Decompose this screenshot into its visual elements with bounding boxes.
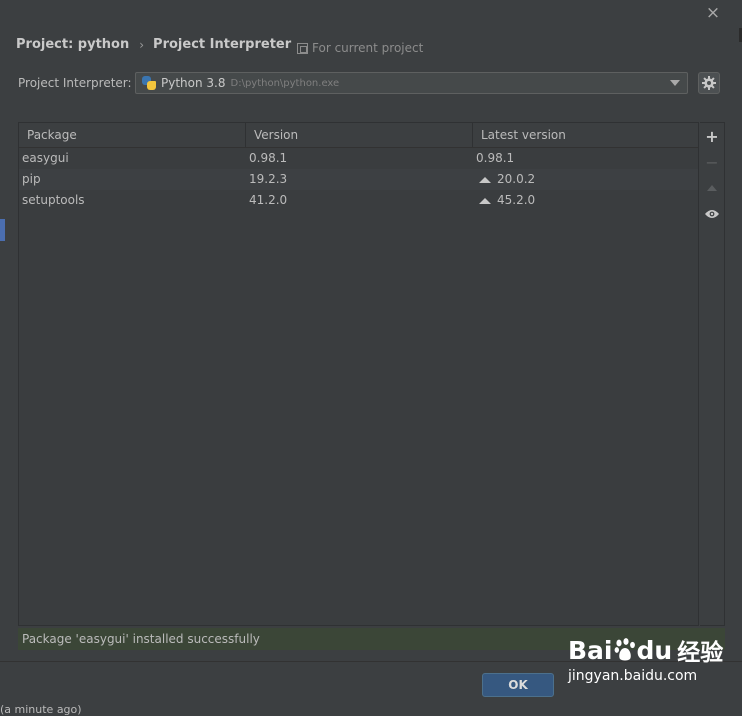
table-body: easygui 0.98.1 0.98.1 pip 19.2.3 20.0.2 … (19, 148, 698, 211)
table-row[interactable]: easygui 0.98.1 0.98.1 (19, 148, 698, 169)
packages-table: Package Version Latest version easygui 0… (18, 122, 699, 626)
table-toolbar: + − (700, 122, 725, 626)
gear-icon (702, 76, 716, 90)
package-name: setuptools (22, 193, 85, 207)
package-name: pip (22, 172, 41, 186)
paw-icon (614, 638, 635, 661)
python-icon (142, 76, 156, 90)
table-row[interactable]: pip 19.2.3 20.0.2 (19, 169, 698, 190)
interpreter-label: Project Interpreter: (18, 76, 132, 90)
event-log-time: (a minute ago) (0, 703, 82, 716)
watermark-logo: Bai du 经验 (568, 635, 724, 667)
breadcrumb: Project: python › Project Interpreter (16, 37, 291, 52)
scope-label: For current project (312, 41, 424, 55)
column-header-package[interactable]: Package (19, 123, 246, 147)
upgrade-arrow-icon (479, 176, 491, 183)
settings-tree-selection (0, 219, 5, 241)
latest-version-value: 20.0.2 (497, 172, 536, 186)
column-header-latest[interactable]: Latest version (473, 123, 698, 147)
interpreter-name: Python 3.8 (161, 76, 226, 90)
watermark-url: jingyan.baidu.com (568, 668, 698, 684)
package-latest: 45.2.0 (473, 190, 698, 211)
package-version: 0.98.1 (249, 151, 288, 165)
plus-icon[interactable]: + (700, 125, 724, 147)
column-header-version[interactable]: Version (246, 123, 473, 147)
latest-version-value: 45.2.0 (497, 193, 536, 207)
scope-note: For current project (297, 41, 423, 55)
package-latest: 0.98.1 (473, 148, 698, 169)
eye-icon[interactable] (700, 203, 724, 225)
package-version: 19.2.3 (249, 172, 288, 186)
package-version: 41.2.0 (249, 193, 288, 207)
breadcrumb-project[interactable]: Project: python (16, 37, 129, 52)
breadcrumb-separator: › (139, 37, 145, 52)
close-icon[interactable]: × (704, 4, 722, 22)
copy-icon (297, 42, 308, 54)
breadcrumb-page: Project Interpreter (153, 37, 292, 52)
interpreter-path: D:\python\python.exe (230, 77, 340, 89)
ok-button[interactable]: OK (482, 673, 554, 697)
watermark: Bai du 经验 jingyan.baidu.com (568, 633, 740, 703)
interpreter-select[interactable]: Python 3.8 D:\python\python.exe (135, 72, 688, 94)
upgrade-arrow-icon (479, 197, 491, 204)
package-name: easygui (22, 151, 69, 165)
dialog-titlebar: × (0, 0, 742, 30)
table-row[interactable]: setuptools 41.2.0 45.2.0 (19, 190, 698, 211)
chevron-down-icon[interactable] (670, 80, 680, 86)
minus-icon[interactable]: − (700, 151, 724, 173)
latest-version-value: 0.98.1 (476, 151, 515, 165)
upgrade-icon[interactable] (700, 177, 724, 199)
interpreter-settings-button[interactable] (698, 72, 720, 94)
table-header: Package Version Latest version (19, 123, 698, 148)
package-latest: 20.0.2 (473, 169, 698, 190)
